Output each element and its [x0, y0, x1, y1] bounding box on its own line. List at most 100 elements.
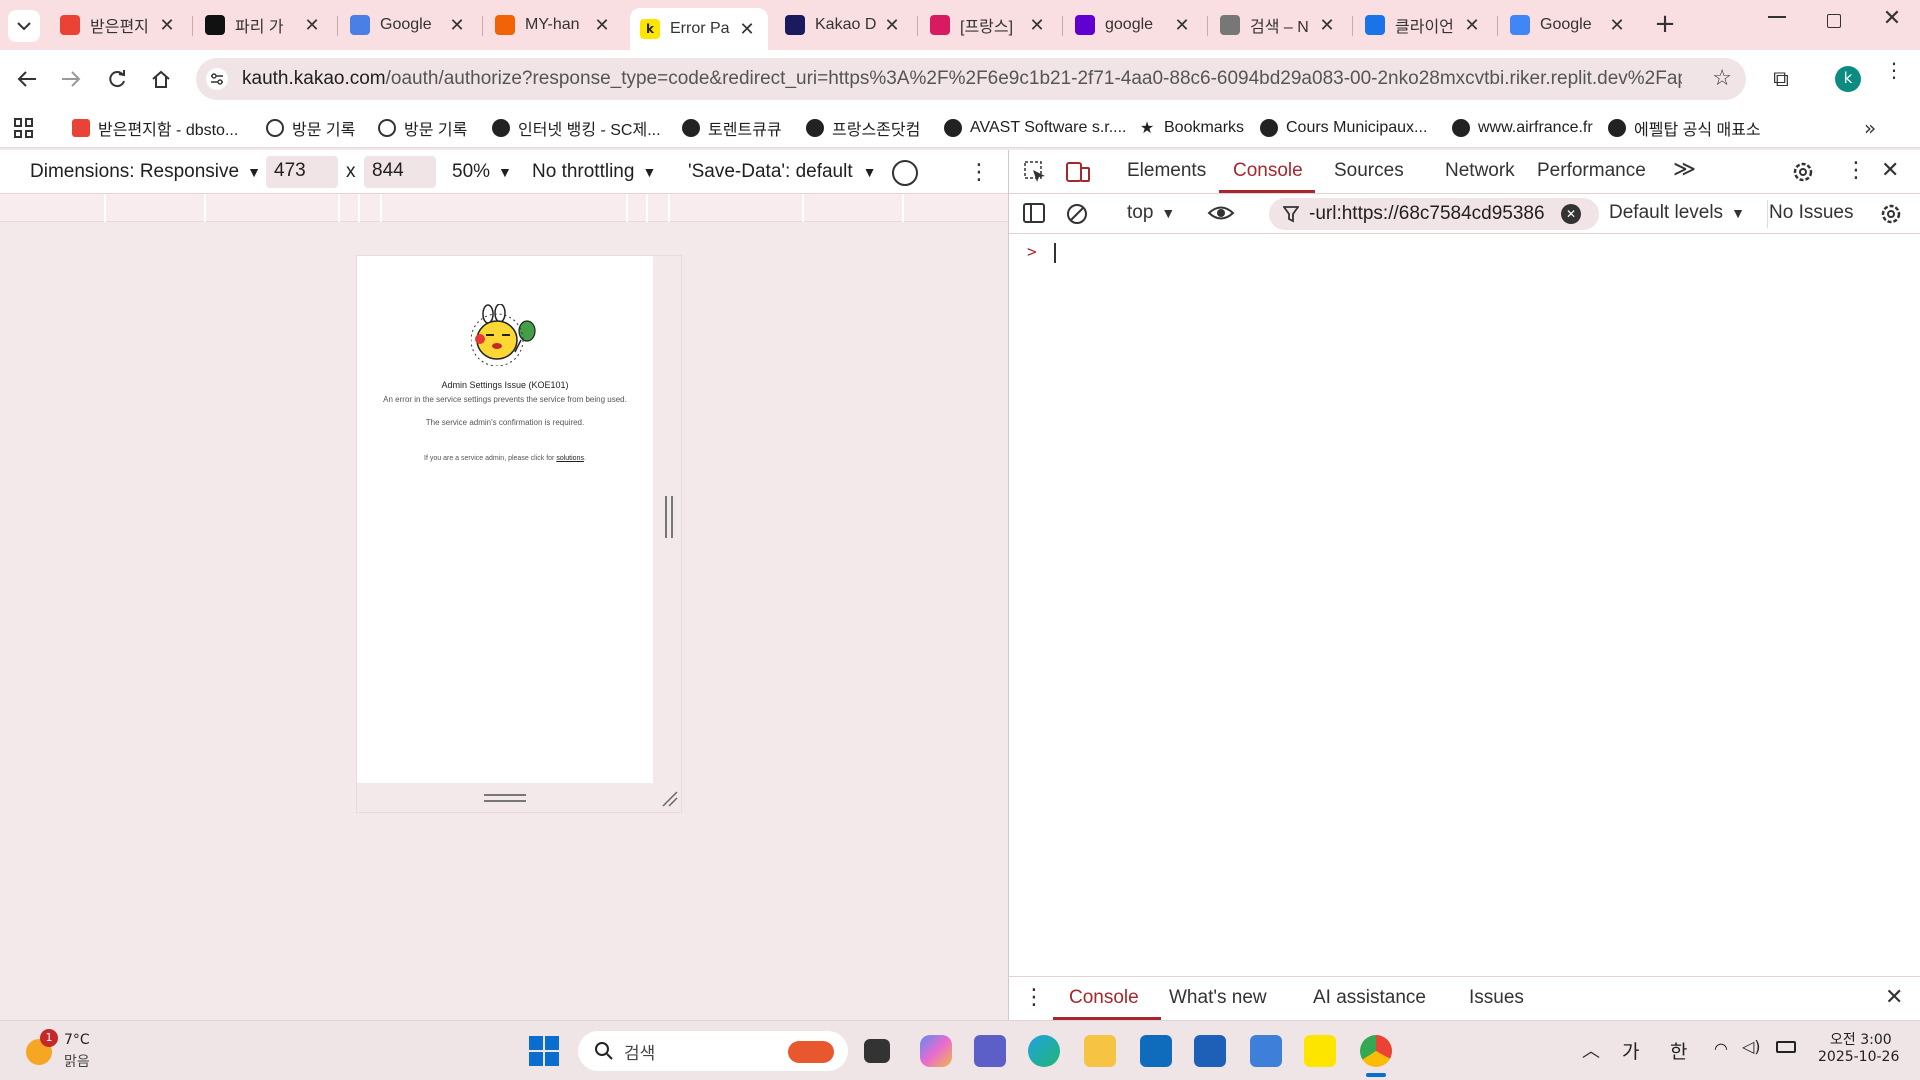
forward-button[interactable]	[56, 64, 86, 94]
tab-search-button[interactable]	[8, 10, 40, 42]
console-settings-icon[interactable]	[1879, 202, 1903, 226]
browser-tab[interactable]: k Error Pa ✕	[630, 8, 768, 50]
devtools-settings-icon[interactable]	[1791, 160, 1815, 184]
tray-overflow-icon[interactable]: ︿	[1582, 1037, 1600, 1063]
browser-tab[interactable]: Google ✕	[1500, 8, 1638, 42]
profile-avatar[interactable]: k	[1835, 66, 1861, 92]
site-info-icon[interactable]	[206, 68, 228, 90]
tab-close-icon[interactable]: ✕	[1461, 15, 1483, 36]
tab-close-icon[interactable]: ✕	[591, 15, 613, 36]
file-explorer-icon[interactable]	[1084, 1035, 1116, 1067]
tab-close-icon[interactable]: ✕	[1171, 15, 1193, 36]
devtools-menu-icon[interactable]: ⋮	[1845, 158, 1867, 183]
tab-close-icon[interactable]: ✕	[881, 15, 903, 36]
battery-icon[interactable]	[1776, 1041, 1796, 1053]
chrome-icon[interactable]	[1360, 1035, 1392, 1067]
clear-filter-icon[interactable]: ✕	[1561, 204, 1581, 224]
height-input[interactable]: 844	[364, 156, 436, 188]
console-filter-input[interactable]: -url:https://68c7584cd95386 ✕	[1269, 198, 1599, 230]
bookmark-star-icon[interactable]: ☆	[1712, 66, 1732, 91]
devtools-tab-console[interactable]: Console	[1233, 160, 1303, 182]
browser-tab[interactable]: 클라이언 ✕	[1355, 8, 1493, 42]
devtools-tab-network[interactable]: Network	[1445, 160, 1515, 182]
browser-tab[interactable]: MY-han ✕	[485, 8, 623, 42]
clock-date[interactable]: 2025-10-26	[1818, 1049, 1899, 1065]
media-query-ruler[interactable]	[0, 194, 1008, 222]
edge-icon[interactable]	[1028, 1035, 1060, 1067]
clock-time[interactable]: 오전 3:00	[1830, 1029, 1892, 1049]
extensions-icon[interactable]: ⧉	[1766, 64, 1796, 94]
outlook-icon[interactable]	[1140, 1035, 1172, 1067]
ime-mode-2[interactable]: 한	[1670, 1037, 1687, 1064]
resize-handle-right[interactable]	[665, 496, 673, 538]
wifi-icon[interactable]: ◠	[1714, 1039, 1728, 1058]
drawer-menu-icon[interactable]: ⋮	[1023, 985, 1045, 1010]
teams-icon[interactable]	[974, 1035, 1006, 1067]
device-toggle-icon[interactable]	[1065, 160, 1091, 184]
bookmark-item[interactable]: 방문 기록	[266, 114, 355, 142]
minimize-button[interactable]	[1768, 16, 1786, 18]
tab-close-icon[interactable]: ✕	[1606, 15, 1628, 36]
console-prompt[interactable]: >	[1027, 242, 1907, 266]
browser-tab[interactable]: 파리 가 ✕	[195, 8, 333, 42]
bookmark-item[interactable]: www.airfrance.fr	[1452, 114, 1593, 142]
start-button[interactable]	[529, 1036, 559, 1066]
bookmark-item[interactable]: 방문 기록	[378, 114, 467, 142]
bookmark-item[interactable]: ★ Bookmarks	[1138, 114, 1244, 142]
reload-button[interactable]	[102, 64, 132, 94]
resize-corner-icon[interactable]	[659, 788, 679, 808]
browser-tab[interactable]: google ✕	[1065, 8, 1203, 42]
context-select[interactable]: top ▼	[1127, 202, 1175, 224]
taskbar-search[interactable]: 검색	[578, 1031, 848, 1071]
browser-tab[interactable]: Google ✕	[340, 8, 478, 42]
width-input[interactable]: 473	[266, 156, 338, 188]
apps-grid-icon[interactable]	[14, 118, 34, 138]
bookmark-item[interactable]: 프랑스존닷컴	[806, 114, 920, 142]
drawer-close-icon[interactable]: ✕	[1885, 985, 1903, 1010]
devtools-tab-elements[interactable]: Elements	[1127, 160, 1206, 182]
bookmark-item[interactable]: AVAST Software s.r....	[944, 114, 1127, 142]
close-window-button[interactable]: ✕	[1880, 6, 1904, 31]
resize-handle-bottom[interactable]	[484, 794, 526, 802]
inspect-element-icon[interactable]	[1023, 160, 1047, 184]
log-levels-select[interactable]: Default levels ▼	[1609, 202, 1745, 224]
bookmark-item[interactable]: 토렌트큐큐	[682, 114, 782, 142]
tab-close-icon[interactable]: ✕	[1026, 15, 1048, 36]
tab-close-icon[interactable]: ✕	[1316, 15, 1338, 36]
browser-tab[interactable]: Kakao D ✕	[775, 8, 913, 42]
live-expression-eye-icon[interactable]	[1207, 202, 1235, 224]
save-data-select[interactable]: 'Save-Data': default ▼	[688, 158, 877, 186]
browser-menu-icon[interactable]: ⋮	[1884, 60, 1904, 80]
devtools-tab-performance[interactable]: Performance	[1537, 160, 1646, 182]
zoom-select[interactable]: 50% ▼	[452, 158, 512, 186]
throttling-select[interactable]: No throttling ▼	[532, 158, 656, 186]
devtools-close-icon[interactable]: ✕	[1881, 158, 1899, 183]
tab-close-icon[interactable]: ✕	[736, 19, 758, 40]
drawer-tab-issues[interactable]: Issues	[1469, 987, 1524, 1009]
drawer-tab-console[interactable]: Console	[1069, 987, 1139, 1009]
back-button[interactable]	[12, 64, 42, 94]
tab-close-icon[interactable]: ✕	[156, 15, 178, 36]
sidebar-toggle-icon[interactable]	[1023, 202, 1045, 224]
bookmark-item[interactable]: Cours Municipaux...	[1260, 114, 1427, 142]
browser-tab[interactable]: [프랑스] ✕	[920, 8, 1058, 42]
rotate-icon[interactable]	[892, 160, 918, 186]
clear-console-icon[interactable]	[1065, 202, 1089, 226]
bookmark-item[interactable]: 받은편지함 - dbsto...	[72, 114, 238, 142]
weather-widget[interactable]: 1 7°C 맑음	[24, 1029, 144, 1073]
dimensions-select[interactable]: Dimensions: Responsive ▼	[30, 158, 261, 186]
tab-close-icon[interactable]: ✕	[301, 15, 323, 36]
more-bookmarks-icon[interactable]: »	[1864, 116, 1876, 140]
bookmark-item[interactable]: 인터넷 뱅킹 - SC제...	[492, 114, 661, 142]
devtools-tab-sources[interactable]: Sources	[1334, 160, 1404, 182]
drawer-tab-ai-assistance[interactable]: AI assistance	[1313, 987, 1426, 1009]
restore-button[interactable]	[1827, 14, 1841, 28]
more-tabs-icon[interactable]: ≫	[1673, 156, 1696, 182]
bookmark-item[interactable]: 에펠탑 공식 매표소	[1608, 114, 1761, 142]
device-more-icon[interactable]: ⋮	[968, 160, 990, 185]
issues-counter[interactable]: No Issues	[1769, 202, 1853, 224]
browser-tab[interactable]: 받은편지 ✕	[50, 8, 188, 42]
home-button[interactable]	[146, 64, 176, 94]
solutions-link[interactable]: solutions	[556, 455, 584, 462]
new-tab-button[interactable]: +	[1650, 10, 1680, 40]
